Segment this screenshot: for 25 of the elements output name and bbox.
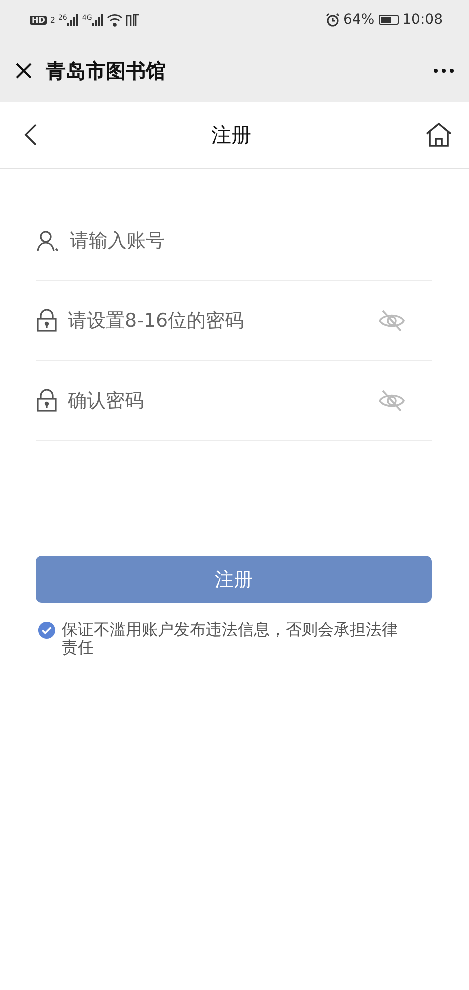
register-button[interactable]: 注册 <box>36 556 432 603</box>
input-field[interactable]: 请输入账号 <box>68 228 432 252</box>
clock-time: 10:08 <box>402 12 443 28</box>
alarm-icon <box>326 13 340 27</box>
input-field[interactable]: 请设置8-16位的密码 <box>66 308 370 332</box>
checkbox[interactable] <box>38 621 56 640</box>
signal-icon <box>92 14 104 26</box>
hd-badge: HD <box>30 16 48 24</box>
battery-percent: 64% <box>344 12 375 28</box>
lock-icon <box>36 388 58 412</box>
nfc-icon <box>126 14 140 26</box>
person-icon <box>36 228 60 252</box>
lock-icon <box>36 308 58 332</box>
input-field[interactable]: 确认密码 <box>66 388 370 412</box>
signal-icon <box>67 14 80 26</box>
close-icon[interactable] <box>14 61 34 81</box>
agreement-text: 保证不滥用账户发布违法信息，否则会承担法律责任 <box>62 621 399 657</box>
back-icon[interactable] <box>24 123 38 147</box>
wifi-icon <box>107 14 124 26</box>
home-icon[interactable] <box>425 122 453 148</box>
window-title: 青岛市图书馆 <box>46 58 166 84</box>
battery-icon <box>378 15 399 25</box>
page-title: 注册 <box>210 122 252 148</box>
more-icon[interactable] <box>433 68 455 74</box>
sim-label: 2 <box>50 16 56 24</box>
